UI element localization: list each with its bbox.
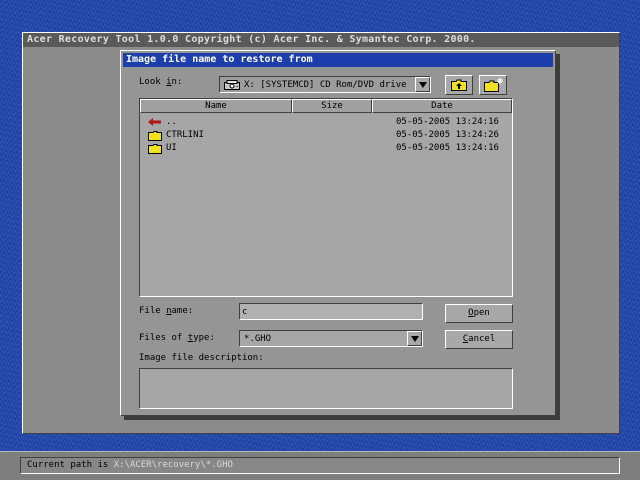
folder-icon — [148, 131, 162, 141]
file-name: CTRLINI — [166, 130, 204, 140]
cancel-button[interactable]: Cancel — [445, 330, 513, 349]
chevron-down-icon — [419, 82, 427, 88]
file-row-parent[interactable]: .. 05-05-2005 13:24:16 — [144, 116, 506, 129]
column-header-size[interactable]: Size — [292, 99, 372, 113]
up-arrow-icon — [148, 118, 161, 126]
open-button[interactable]: Open — [445, 304, 513, 323]
look-in-label: Look in: — [139, 77, 183, 87]
file-name: UI — [166, 143, 177, 153]
current-path-label: Current path is — [27, 460, 109, 470]
file-name: .. — [166, 117, 177, 127]
create-new-folder-button[interactable] — [479, 75, 507, 95]
chevron-down-icon — [411, 336, 419, 342]
file-row-ui[interactable]: UI 05-05-2005 13:24:16 — [144, 142, 506, 155]
file-name-field[interactable] — [239, 303, 423, 320]
look-in-dropdown[interactable]: X: [SYSTEMCD] CD Rom/DVD drive — [219, 76, 431, 93]
folder-icon — [148, 144, 162, 154]
app-title-bar: Acer Recovery Tool 1.0.0 Copyright (c) A… — [23, 33, 619, 47]
image-description-box — [139, 368, 513, 409]
status-bar: Current path is X:\ACER\recovery\*.GHO — [0, 451, 640, 480]
cd-drive-icon — [224, 80, 240, 90]
files-of-type-dropdown-button[interactable] — [407, 331, 422, 346]
file-date: 05-05-2005 13:24:26 — [396, 130, 499, 140]
dialog-title-bar: Image file name to restore from — [123, 53, 553, 67]
file-date: 05-05-2005 13:24:16 — [396, 117, 499, 127]
files-of-type-label: Files of type: — [139, 333, 215, 343]
look-in-value: X: [SYSTEMCD] CD Rom/DVD drive — [244, 80, 407, 90]
current-path-display: Current path is X:\ACER\recovery\*.GHO — [20, 457, 620, 474]
up-one-level-button[interactable] — [445, 75, 473, 95]
file-date: 05-05-2005 13:24:16 — [396, 143, 499, 153]
new-folder-icon — [484, 78, 503, 92]
file-name-input[interactable] — [242, 305, 418, 318]
look-in-dropdown-button[interactable] — [415, 77, 430, 92]
image-file-dialog: Image file name to restore from Look in:… — [120, 50, 556, 416]
image-description-label: Image file description: — [139, 353, 264, 363]
column-header-date[interactable]: Date — [372, 99, 512, 113]
file-row-ctrlini[interactable]: CTRLINI 05-05-2005 13:24:26 — [144, 129, 506, 142]
column-header-name[interactable]: Name — [140, 99, 292, 113]
current-path-value: X:\ACER\recovery\*.GHO — [113, 460, 233, 470]
file-list[interactable]: Name Size Date .. 05-05-2005 13:24:16 CT… — [139, 98, 513, 297]
files-of-type-value: *.GHO — [244, 334, 272, 344]
files-of-type-dropdown[interactable]: *.GHO — [239, 330, 423, 347]
file-name-label: File name: — [139, 306, 194, 316]
folder-up-icon — [451, 79, 467, 91]
